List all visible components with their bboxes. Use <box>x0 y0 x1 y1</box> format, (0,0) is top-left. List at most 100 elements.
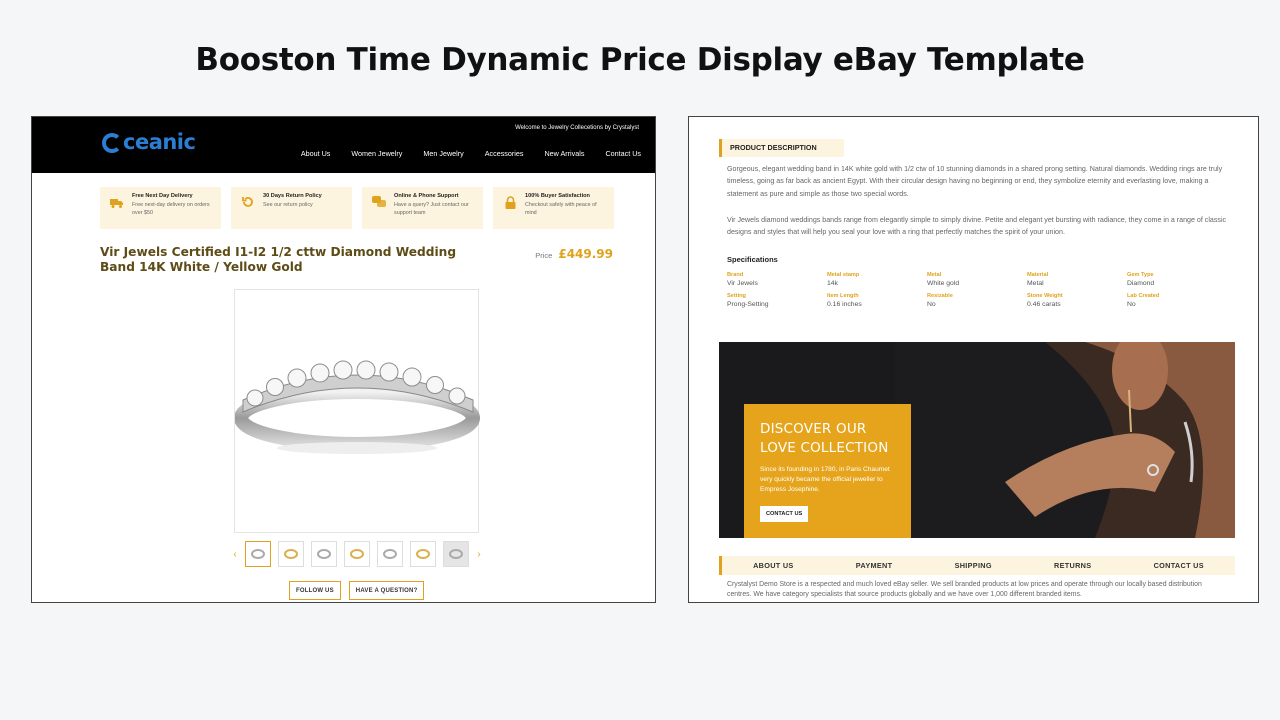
spec-item: Setting Prong-Setting <box>727 293 827 308</box>
spec-value: No <box>927 301 936 308</box>
description-preview: PRODUCT DESCRIPTION Gorgeous, elegant we… <box>688 116 1259 603</box>
spec-key: Brand <box>727 272 744 278</box>
description-paragraph: Vir Jewels diamond weddings bands range … <box>727 216 1227 237</box>
banner-heading-line: LOVE COLLECTION <box>760 440 889 457</box>
spec-key: Item Length <box>827 293 859 299</box>
feature-support: Online & Phone Support Have a query? Jus… <box>362 187 483 229</box>
thumbnail[interactable] <box>311 541 337 567</box>
spec-value: Diamond <box>1127 280 1155 287</box>
thumbnail[interactable] <box>377 541 403 567</box>
spec-value: White gold <box>927 280 960 287</box>
nav-about-us[interactable]: About Us <box>301 149 331 158</box>
spec-item: Stone Weight 0.46 carats <box>1027 293 1127 308</box>
spec-value: Metal <box>1027 280 1044 287</box>
spec-value: 0.16 inches <box>827 301 862 308</box>
feature-sub: Checkout safely with peace of mind <box>525 202 597 216</box>
banner-card: DISCOVER OUR LOVE COLLECTION Since its f… <box>744 404 911 538</box>
spec-value: 0.46 carats <box>1027 301 1061 308</box>
spec-key: Material <box>1027 272 1049 278</box>
ring-thumb-icon <box>416 549 430 559</box>
model-photo <box>895 342 1235 538</box>
tab-shipping[interactable]: SHIPPING <box>955 561 992 570</box>
feature-title: Online & Phone Support <box>394 193 459 199</box>
lock-icon <box>499 193 521 223</box>
store-header: ceanic Welcome to Jewelry Collecetions b… <box>32 117 655 173</box>
spec-key: Metal <box>927 272 942 278</box>
listing-preview: ceanic Welcome to Jewelry Collecetions b… <box>31 116 656 603</box>
collection-banner: DISCOVER OUR LOVE COLLECTION Since its f… <box>719 342 1235 538</box>
nav-women-jewelry[interactable]: Women Jewelry <box>351 149 402 158</box>
nav-new-arrivals[interactable]: New Arrivals <box>544 149 584 158</box>
thumbnail[interactable] <box>245 541 271 567</box>
ring-thumb-icon <box>317 549 331 559</box>
ring-thumb-icon <box>449 549 463 559</box>
banner-heading: DISCOVER OUR LOVE COLLECTION <box>760 420 895 459</box>
banner-heading-line: DISCOVER OUR <box>760 421 867 437</box>
price-value: £449.99 <box>558 247 613 261</box>
truck-icon <box>106 193 128 223</box>
product-title: Vir Jewels Certified I1-I2 1/2 cttw Diam… <box>100 245 457 274</box>
thumbnail[interactable] <box>410 541 436 567</box>
thumbnail-next-button[interactable]: › <box>476 549 482 560</box>
spec-key: Setting <box>727 293 746 299</box>
ring-image <box>234 360 480 454</box>
spec-value: No <box>1127 301 1136 308</box>
contact-us-button[interactable]: CONTACT US <box>760 505 809 522</box>
page-title: Booston Time Dynamic Price Display eBay … <box>195 42 1085 78</box>
spec-key: Lab Created <box>1127 293 1160 299</box>
nav-accessories[interactable]: Accessories <box>485 149 524 158</box>
spec-key: Metal stamp <box>827 272 860 278</box>
spec-item: Resizable No <box>927 293 1027 308</box>
feature-strip: Free Next Day Delivery Free next-day del… <box>100 187 614 229</box>
about-paragraph: Crystalyst Demo Store is a respected and… <box>727 581 1202 598</box>
return-icon <box>237 193 259 223</box>
ring-thumb-icon <box>251 549 265 559</box>
spec-item: Gem Type Diamond <box>1127 272 1227 287</box>
feature-returns: 30 Days Return Policy See our return pol… <box>231 187 352 229</box>
tab-contact-us[interactable]: CONTACT US <box>1154 561 1204 570</box>
feature-title: 100% Buyer Satisfaction <box>525 193 590 199</box>
feature-satisfaction: 100% Buyer Satisfaction Checkout safely … <box>493 187 614 229</box>
spec-key: Stone Weight <box>1027 293 1063 299</box>
feature-title: Free Next Day Delivery <box>132 193 193 199</box>
tab-payment[interactable]: PAYMENT <box>856 561 893 570</box>
specifications-grid: Brand Vir Jewels Metal stamp 14k Metal Whit… <box>727 272 1227 308</box>
ring-thumb-icon <box>284 549 298 559</box>
chat-icon <box>368 193 390 223</box>
description-heading: PRODUCT DESCRIPTION <box>719 139 844 157</box>
thumbnail-strip: ‹ › <box>232 541 482 567</box>
spec-item: Item Length 0.16 inches <box>827 293 927 308</box>
logo-mark-icon <box>102 133 122 153</box>
thumbnail[interactable] <box>344 541 370 567</box>
ring-thumb-icon <box>350 549 364 559</box>
thumbnail[interactable] <box>443 541 469 567</box>
spec-value: 14k <box>827 280 838 287</box>
spec-item: Brand Vir Jewels <box>727 272 827 287</box>
spec-key: Gem Type <box>1127 272 1154 278</box>
feature-sub: Free next-day delivery on orders over $5… <box>132 202 210 216</box>
feature-delivery: Free Next Day Delivery Free next-day del… <box>100 187 221 229</box>
description-paragraph: Gorgeous, elegant wedding band in 14K wh… <box>727 165 1223 198</box>
thumbnail[interactable] <box>278 541 304 567</box>
spec-item: Metal stamp 14k <box>827 272 927 287</box>
spec-value: Vir Jewels <box>727 280 758 287</box>
nav-contact-us[interactable]: Contact Us <box>605 149 641 158</box>
tab-about-us[interactable]: ABOUT US <box>753 561 794 570</box>
price-label: Price <box>535 251 553 260</box>
feature-sub: Have a query? Just contact our support t… <box>394 202 469 216</box>
price-block: Price £449.99 <box>535 247 613 261</box>
spec-item: Material Metal <box>1027 272 1127 287</box>
spec-value: Prong-Setting <box>727 301 769 308</box>
spec-key: Resizable <box>927 293 953 299</box>
nav-men-jewelry[interactable]: Men Jewelry <box>423 149 463 158</box>
spec-item: Metal White gold <box>927 272 1027 287</box>
thumbnail-prev-button[interactable]: ‹ <box>232 549 238 560</box>
tab-returns[interactable]: RETURNS <box>1054 561 1091 570</box>
ask-question-button[interactable]: HAVE A QUESTION? <box>348 581 425 600</box>
feature-title: 30 Days Return Policy <box>263 193 322 199</box>
main-product-image[interactable] <box>234 289 480 533</box>
info-tabs: ABOUT US PAYMENT SHIPPING RETURNS CONTAC… <box>719 556 1235 575</box>
follow-us-button[interactable]: FOLLOW US <box>289 581 341 600</box>
store-logo[interactable]: ceanic <box>102 130 196 154</box>
feature-sub: See our return policy <box>263 202 313 208</box>
